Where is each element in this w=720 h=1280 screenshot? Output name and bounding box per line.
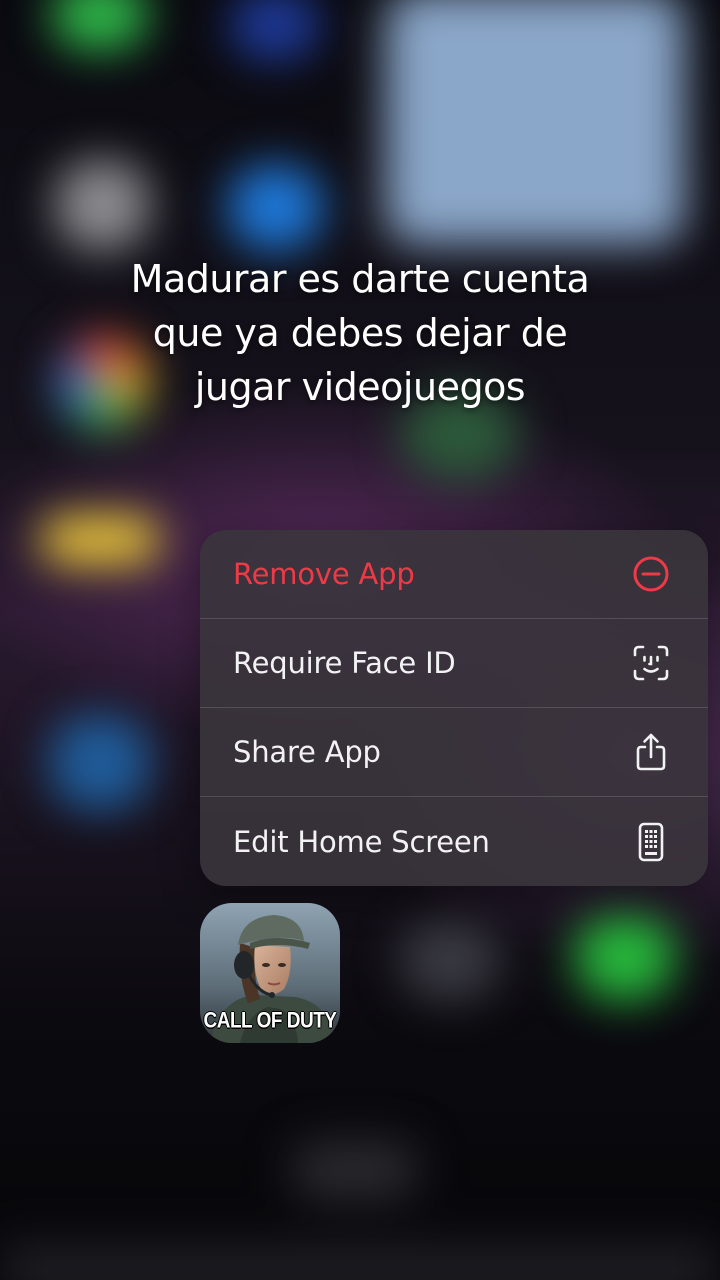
blurred-app-icon	[230, 0, 320, 60]
menu-item-edit-home-screen[interactable]: Edit Home Screen	[200, 797, 708, 886]
require-face-id-label: Require Face ID	[233, 646, 456, 680]
blurred-dock-strip	[0, 1240, 720, 1280]
menu-item-require-face-id[interactable]: Require Face ID	[200, 619, 708, 708]
blurred-app-icon	[40, 515, 160, 565]
share-icon	[632, 733, 670, 771]
home-screen: Madurar es darte cuenta que ya debes dej…	[0, 0, 720, 1280]
app-logo-text: CALL OF DUTY	[203, 1009, 337, 1034]
blurred-app-icon	[52, 0, 148, 50]
app-context-menu: Remove App Require Face ID Share App Edi…	[200, 530, 708, 886]
call-of-duty-app-icon[interactable]: CALL OF DUTY	[200, 903, 340, 1043]
blurred-dock	[290, 1140, 420, 1200]
caption-line-3: jugar videojuegos	[194, 365, 526, 409]
edit-home-screen-label: Edit Home Screen	[233, 824, 490, 859]
menu-item-remove-app[interactable]: Remove App	[200, 530, 708, 619]
minus-circle-icon	[632, 555, 670, 593]
phone-apps-icon	[632, 822, 670, 861]
menu-item-share-app[interactable]: Share App	[200, 708, 708, 797]
remove-app-label: Remove App	[233, 557, 415, 591]
share-app-label: Share App	[233, 735, 381, 769]
blurred-widget	[385, 0, 685, 245]
caption-line-1: Madurar es darte cuenta	[130, 257, 590, 301]
face-id-icon	[632, 644, 670, 682]
blurred-app-icon	[575, 915, 675, 1000]
caption-line-2: que ya debes dejar de	[152, 311, 568, 355]
blurred-app-icon	[228, 165, 323, 250]
blurred-app-icon	[400, 920, 500, 1000]
blurred-app-icon	[50, 715, 150, 810]
video-caption: Madurar es darte cuenta que ya debes dej…	[60, 252, 660, 414]
blurred-app-icon	[55, 160, 150, 250]
